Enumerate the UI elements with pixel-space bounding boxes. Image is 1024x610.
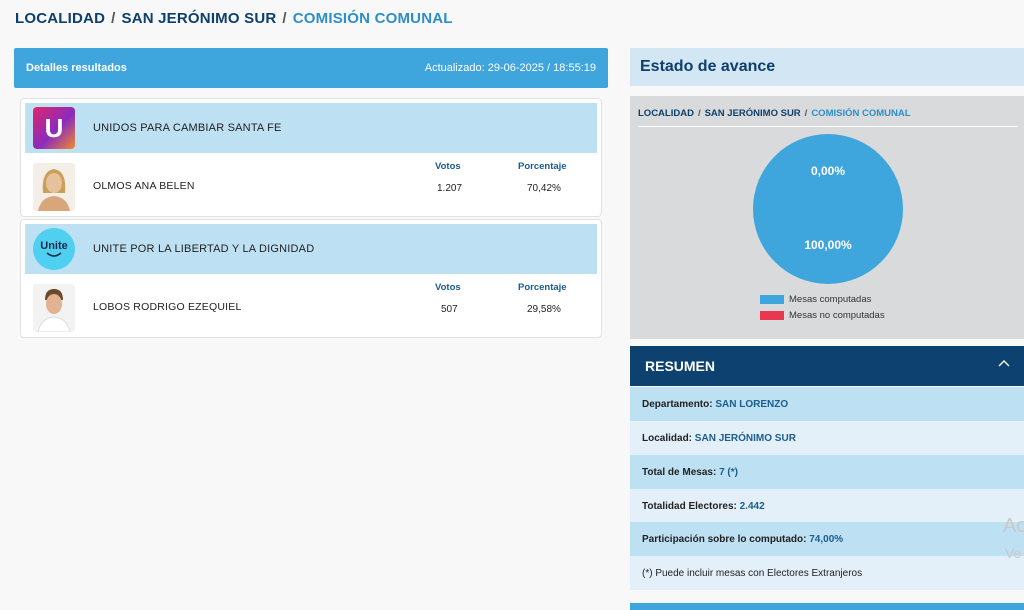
progress-breadcrumb: LOCALIDAD / SAN JERÓNIMO SUR / COMISIÓN COMU… — [638, 108, 911, 119]
progress-panel: LOCALIDAD / SAN JERÓNIMO SUR / COMISIÓN COMU… — [630, 96, 1024, 339]
candidate-name: OLMOS ANA BELEN — [93, 180, 195, 192]
summary-value: 7 (*) — [719, 467, 738, 478]
logo-letter: Unite — [40, 240, 68, 252]
summary-label: Departamento: — [642, 399, 713, 410]
next-section-bar[interactable] — [630, 603, 1024, 610]
votes-header: Votos — [435, 282, 461, 293]
votes-header: Votos — [435, 161, 461, 172]
progress-pie-chart[interactable]: 0,00% 100,00% — [753, 134, 903, 284]
summary-row-participation: Participación sobre lo computado: 74,00% — [630, 522, 1024, 556]
summary-value: 2.442 — [739, 501, 765, 512]
party-header: U UNIDOS PARA CAMBIAR SANTA FE — [25, 103, 597, 153]
votes-value: 1.207 — [437, 183, 463, 194]
legend-label: Mesas no computadas — [789, 309, 885, 321]
party-name: UNITE POR LA LIBERTAD Y LA DIGNIDAD — [93, 243, 315, 255]
percent-header: Porcentaje — [518, 161, 567, 172]
breadcrumb-locality-name[interactable]: SAN JERÓNIMO SUR — [705, 108, 801, 119]
summary-row-tables: Total de Mesas: 7 (*) — [630, 455, 1024, 489]
summary-header[interactable]: RESUMEN — [630, 346, 1024, 386]
candidate-photo-icon — [33, 284, 75, 332]
smile-icon — [46, 252, 62, 257]
breadcrumb-current: COMISIÓN COMUNAL — [811, 108, 911, 119]
party-card: U UNIDOS PARA CAMBIAR SANTA FE OLMOS ANA… — [20, 98, 602, 217]
breadcrumb-separator: / — [697, 108, 701, 119]
party-card: Unite UNITE POR LA LIBERTAD Y LA DIGNIDA… — [20, 219, 602, 338]
chevron-up-icon[interactable] — [998, 358, 1010, 370]
unite-logo-icon: Unite — [33, 228, 75, 270]
summary-value: 74,00% — [809, 534, 844, 545]
summary-row-department: Departamento: SAN LORENZO — [630, 387, 1024, 421]
breadcrumb: LOCALIDAD / SAN JERÓNIMO SUR / COMISIÓN COMU… — [15, 10, 453, 27]
results-header: Detalles resultados Actualizado: 29-06-2… — [14, 48, 608, 88]
summary-note: (*) Puede incluir mesas con Electores Ex… — [630, 556, 1024, 590]
party-header: Unite UNITE POR LA LIBERTAD Y LA DIGNIDA… — [25, 224, 597, 274]
summary-value: SAN JERÓNIMO SUR — [694, 433, 796, 444]
pie-label-not-computed: 0,00% — [810, 164, 846, 178]
votes-value: 507 — [441, 304, 458, 315]
candidate-row: OLMOS ANA BELEN Votos Porcentaje 1.207 7… — [21, 157, 601, 217]
updated-value: 29-06-2025 / 18:55:19 — [487, 62, 596, 74]
percent-value: 29,58% — [527, 304, 561, 315]
summary-label: Localidad: — [642, 433, 693, 444]
legend-item-not-computed[interactable]: Mesas no computadas — [760, 307, 885, 323]
updated-timestamp: Actualizado: 29-06-2025 / 18:55:19 — [425, 62, 596, 74]
unidos-logo-icon: U — [33, 107, 75, 149]
activation-watermark-sub: Ve — [1005, 545, 1022, 561]
pie-legend: Mesas computadas Mesas no computadas — [760, 291, 885, 323]
candidate-name: LOBOS RODRIGO EZEQUIEL — [93, 301, 242, 313]
summary-label: Totalidad Electores: — [642, 501, 737, 512]
results-title: Detalles resultados — [26, 62, 127, 74]
legend-swatch — [760, 310, 784, 320]
activation-watermark: Ac — [1003, 515, 1024, 537]
legend-swatch — [760, 294, 784, 304]
breadcrumb-localidad[interactable]: LOCALIDAD — [15, 10, 105, 27]
breadcrumb-localidad[interactable]: LOCALIDAD — [638, 108, 694, 119]
breadcrumb-current: COMISIÓN COMUNAL — [292, 10, 453, 27]
breadcrumb-locality-name[interactable]: SAN JERÓNIMO SUR — [122, 10, 277, 27]
summary-row-locality: Localidad: SAN JERÓNIMO SUR — [630, 421, 1024, 455]
breadcrumb-separator: / — [804, 108, 808, 119]
breadcrumb-separator: / — [111, 10, 116, 27]
divider — [638, 126, 1018, 127]
candidate-photo-icon — [33, 163, 75, 211]
summary-title: RESUMEN — [645, 358, 716, 374]
party-name: UNIDOS PARA CAMBIAR SANTA FE — [93, 122, 282, 134]
updated-label: Actualizado: — [424, 62, 485, 74]
breadcrumb-separator: / — [282, 10, 287, 27]
legend-item-computed[interactable]: Mesas computadas — [760, 291, 885, 307]
summary-value: SAN LORENZO — [715, 399, 789, 410]
logo-letter: U — [44, 112, 64, 143]
summary-row-voters: Totalidad Electores: 2.442 — [630, 489, 1024, 523]
progress-title: Estado de avance — [630, 48, 1024, 86]
percent-value: 70,42% — [527, 183, 561, 194]
candidate-row: LOBOS RODRIGO EZEQUIEL Votos Porcentaje … — [21, 278, 601, 338]
percent-header: Porcentaje — [518, 282, 567, 293]
summary-label: Participación sobre lo computado: — [642, 534, 807, 545]
legend-label: Mesas computadas — [789, 293, 872, 305]
summary-label: Total de Mesas: — [642, 467, 717, 478]
pie-label-computed: 100,00% — [804, 238, 852, 252]
